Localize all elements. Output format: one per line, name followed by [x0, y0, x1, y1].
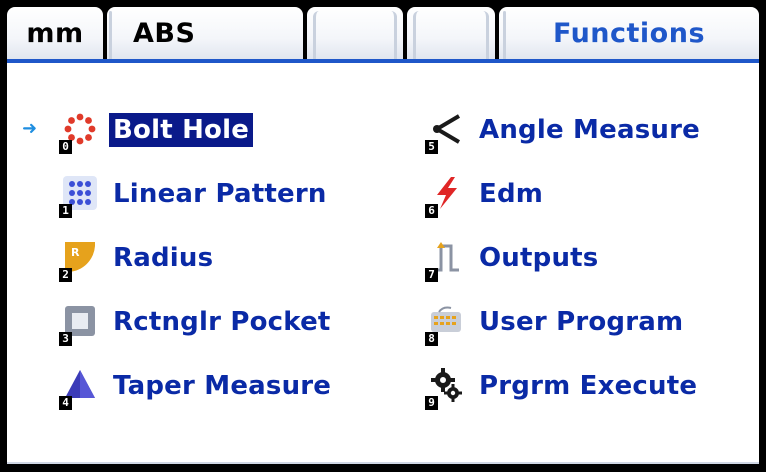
- item-number: 8: [425, 332, 438, 346]
- linear-pattern-icon: 1: [59, 174, 99, 218]
- menu-item-user-program[interactable]: 8 User Program: [425, 297, 687, 347]
- selection-pointer-icon: ➜: [22, 118, 38, 139]
- tab-blank-1[interactable]: [307, 7, 403, 59]
- tab-functions[interactable]: Functions: [499, 7, 759, 59]
- item-number: 0: [59, 140, 72, 154]
- item-number: 1: [59, 204, 72, 218]
- menu-item-label: Outputs: [479, 243, 599, 273]
- menu-item-label: Edm: [479, 179, 544, 209]
- menu-item-rectangular-pocket[interactable]: 3 Rctnglr Pocket: [59, 297, 335, 347]
- taper-measure-icon: 4: [59, 366, 99, 410]
- bolt-hole-icon: 0: [59, 110, 99, 154]
- menu-item-bolt-hole[interactable]: 0 Bolt Hole: [59, 105, 254, 155]
- item-number: 5: [425, 140, 438, 154]
- menu-item-angle-measure[interactable]: 5 Angle Measure: [425, 105, 704, 155]
- edm-icon: 6: [425, 174, 465, 218]
- item-number: 9: [425, 396, 438, 410]
- menu-item-label: Angle Measure: [479, 115, 700, 145]
- item-number: 2: [59, 268, 72, 282]
- tab-bar: mm ABS Functions: [7, 7, 759, 59]
- menu-item-taper-measure[interactable]: 4 Taper Measure: [59, 361, 335, 411]
- tab-abs-label: ABS: [133, 17, 196, 49]
- menu-item-label: Radius: [113, 243, 214, 273]
- item-number: 6: [425, 204, 438, 218]
- tab-units-label: mm: [26, 17, 84, 49]
- menu-item-label: Prgrm Execute: [479, 371, 698, 401]
- functions-panel: ➜ 0 Bolt Hole 1 Linear Pattern R 2 Radiu…: [7, 59, 759, 464]
- tab-blank-2[interactable]: [407, 7, 495, 59]
- menu-item-label: User Program: [479, 307, 684, 337]
- item-number: 3: [59, 332, 72, 346]
- item-number: 4: [59, 396, 72, 410]
- menu-item-radius[interactable]: R 2 Radius: [59, 233, 217, 283]
- rectangular-pocket-icon: 3: [59, 302, 99, 346]
- menu-item-edm[interactable]: 6 Edm: [425, 169, 547, 219]
- radius-icon: R 2: [59, 238, 99, 282]
- tab-abs[interactable]: ABS: [107, 7, 303, 59]
- menu-item-outputs[interactable]: 7 Outputs: [425, 233, 602, 283]
- outputs-icon: 7: [425, 238, 465, 282]
- angle-measure-icon: 5: [425, 110, 465, 154]
- item-number: 7: [425, 268, 438, 282]
- svg-text:R: R: [71, 246, 80, 259]
- menu-item-label: Rctnglr Pocket: [113, 307, 331, 337]
- dro-screen: mm ABS Functions ➜ 0 Bolt Hole 1 Linear …: [0, 0, 766, 472]
- menu-item-linear-pattern[interactable]: 1 Linear Pattern: [59, 169, 331, 219]
- menu-item-label: Taper Measure: [113, 371, 332, 401]
- menu-item-label: Linear Pattern: [113, 179, 327, 209]
- user-program-icon: 8: [425, 302, 465, 346]
- tab-units[interactable]: mm: [7, 7, 103, 59]
- tab-functions-label: Functions: [552, 17, 706, 49]
- menu-item-label: Bolt Hole: [109, 113, 254, 147]
- program-execute-icon: 9: [425, 366, 465, 410]
- menu-item-program-execute[interactable]: 9 Prgrm Execute: [425, 361, 701, 411]
